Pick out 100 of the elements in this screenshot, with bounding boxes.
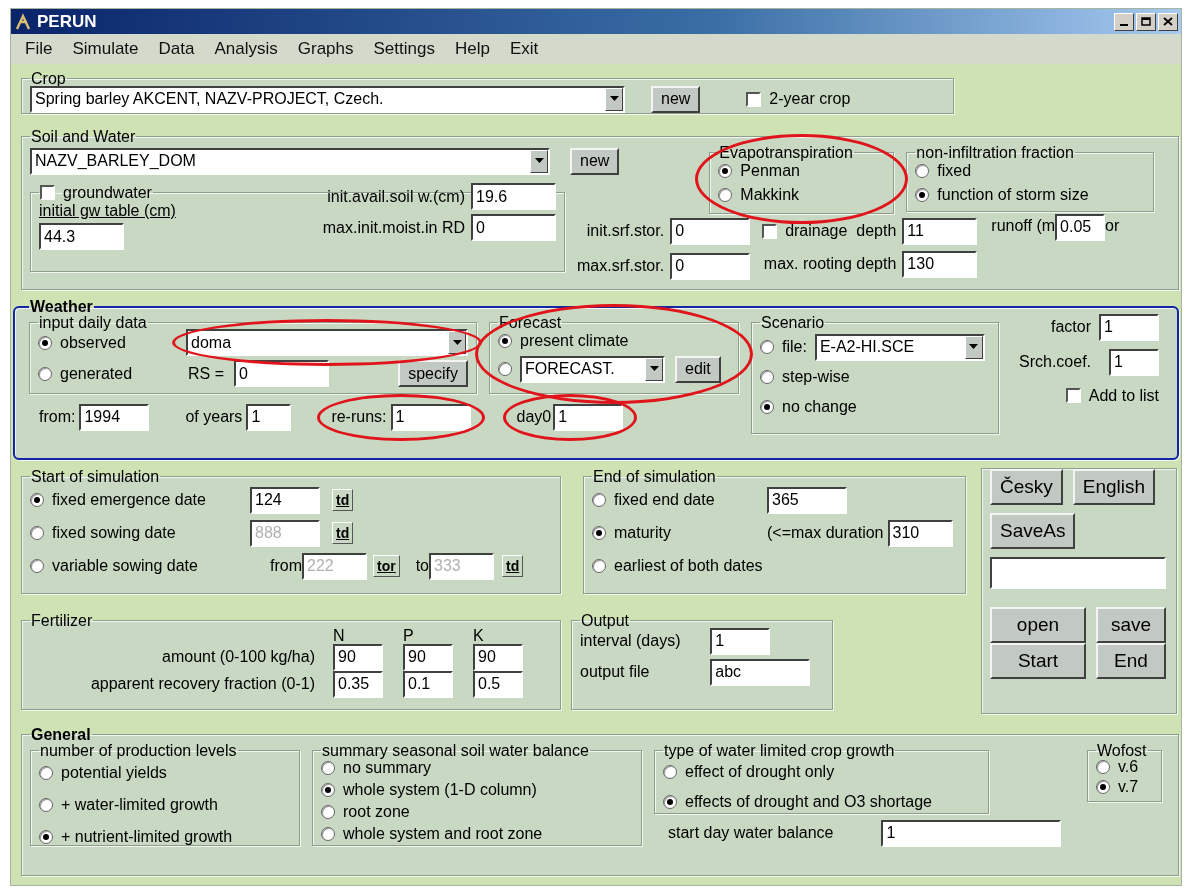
input-field[interactable]: 310 xyxy=(887,519,953,547)
radio-button[interactable] xyxy=(1096,780,1110,795)
menu-item[interactable]: Exit xyxy=(499,36,549,62)
column-header: P xyxy=(403,627,414,644)
radio-button[interactable] xyxy=(321,783,335,798)
radio-button[interactable] xyxy=(39,830,53,845)
menu-item[interactable]: Simulate xyxy=(62,36,149,62)
option-label: maturity xyxy=(614,523,671,544)
input-field[interactable]: 124 xyxy=(250,486,320,514)
button[interactable]: SaveAs xyxy=(990,513,1076,549)
field-label: interval (days) xyxy=(580,631,682,652)
input-field[interactable]: 1 xyxy=(553,403,624,431)
input-field[interactable]: 11 xyxy=(902,217,978,245)
radio-button[interactable] xyxy=(592,493,606,508)
input-field[interactable]: 19.6 xyxy=(471,183,556,211)
maximize-button[interactable] xyxy=(1136,12,1156,31)
radio-button[interactable] xyxy=(321,761,335,776)
input-field[interactable]: 1994 xyxy=(79,403,150,431)
input-field[interactable]: 90 xyxy=(333,643,383,671)
input-field[interactable]: 90 xyxy=(473,643,523,671)
input-field[interactable]: 0.05 xyxy=(1055,213,1106,241)
radio-button[interactable] xyxy=(663,765,677,780)
menu-item[interactable]: Graphs xyxy=(287,36,364,62)
radio-button[interactable] xyxy=(1096,760,1110,775)
radio-button[interactable] xyxy=(760,370,774,385)
input-field[interactable]: 0.35 xyxy=(333,670,383,698)
input-field[interactable]: 1 xyxy=(1099,313,1160,341)
radio-button[interactable] xyxy=(39,798,53,813)
button[interactable]: new xyxy=(651,85,701,113)
radio-button[interactable] xyxy=(663,795,677,810)
input-field[interactable]: 130 xyxy=(902,250,978,278)
radio-button[interactable] xyxy=(498,334,512,349)
dropdown[interactable]: FORECAST. xyxy=(520,355,665,383)
minimize-button[interactable] xyxy=(1114,12,1134,31)
input-field[interactable]: 1 xyxy=(246,403,292,431)
radio-button[interactable] xyxy=(915,188,930,203)
radio-button[interactable] xyxy=(39,766,53,781)
menu-item[interactable]: Data xyxy=(148,36,205,62)
close-button[interactable] xyxy=(1158,12,1178,31)
input-field[interactable] xyxy=(990,557,1166,589)
group-label: Wofost xyxy=(1096,741,1148,760)
input-field[interactable]: 90 xyxy=(403,643,453,671)
field-label: Srch.coef. xyxy=(1019,352,1092,373)
button[interactable]: English xyxy=(1072,469,1156,505)
radio-button[interactable] xyxy=(760,400,774,415)
checkbox[interactable] xyxy=(746,91,762,107)
dropdown[interactable]: NAZV_BARLEY_DOM xyxy=(30,147,550,175)
input-field[interactable]: abc xyxy=(710,658,811,686)
field-label: to xyxy=(415,556,429,577)
option-label: whole system (1-D column) xyxy=(343,780,537,801)
group-label: summary seasonal soil water balance xyxy=(321,741,590,760)
radio-button[interactable] xyxy=(592,559,606,574)
button[interactable]: End xyxy=(1096,643,1166,679)
input-field[interactable]: 0.1 xyxy=(403,670,453,698)
radio-button[interactable] xyxy=(592,526,606,541)
menu-item[interactable]: Settings xyxy=(363,36,445,62)
radio-button[interactable] xyxy=(30,493,44,508)
dropdown[interactable]: doma xyxy=(186,329,468,357)
column-header: K xyxy=(473,627,484,644)
menu-item[interactable]: File xyxy=(15,36,63,62)
button[interactable]: save xyxy=(1096,607,1166,643)
input-field[interactable]: 0.5 xyxy=(473,670,523,698)
input-field[interactable]: 0 xyxy=(471,214,556,242)
radio-button[interactable] xyxy=(498,362,512,377)
input-field[interactable]: 365 xyxy=(767,486,847,514)
menu-item[interactable]: Help xyxy=(444,36,500,62)
input-field[interactable]: 0 xyxy=(670,217,751,245)
input-field[interactable]: 0 xyxy=(234,360,329,388)
checkbox[interactable] xyxy=(40,184,55,200)
radio-button[interactable] xyxy=(38,335,52,350)
checkbox[interactable] xyxy=(1065,388,1081,404)
radio-button[interactable] xyxy=(760,340,774,355)
radio-button[interactable] xyxy=(915,164,930,179)
input-field[interactable]: 0 xyxy=(670,252,751,280)
group-label: input daily data xyxy=(38,313,148,332)
radio-button[interactable] xyxy=(321,805,335,820)
menu-item[interactable]: Analysis xyxy=(204,36,288,62)
button[interactable]: new xyxy=(570,147,620,175)
button[interactable]: Start xyxy=(990,643,1086,679)
button[interactable]: open xyxy=(990,607,1086,643)
dropdown[interactable]: E-A2-HI.SCE xyxy=(814,333,985,361)
button[interactable]: edit xyxy=(675,355,721,383)
input-field[interactable]: 1 xyxy=(881,819,1062,847)
input-field[interactable]: 44.3 xyxy=(39,223,124,251)
input-field[interactable]: 1 xyxy=(390,403,471,431)
radio-button[interactable] xyxy=(321,827,335,842)
field-label: amount (0-100 kg/ha) xyxy=(162,649,315,666)
radio-button[interactable] xyxy=(718,188,733,203)
input-field[interactable]: 1 xyxy=(1109,348,1160,376)
date-button[interactable]: td xyxy=(332,489,354,512)
dropdown[interactable]: Spring barley AKCENT, NAZV-PROJECT, Czech. xyxy=(30,85,625,113)
input-field[interactable]: 1 xyxy=(710,627,771,655)
field-label: factor xyxy=(1051,317,1092,338)
radio-button[interactable] xyxy=(718,164,733,179)
field-label: from xyxy=(270,556,302,577)
checkbox[interactable] xyxy=(762,223,778,239)
button[interactable]: specify xyxy=(398,360,468,388)
radio-button[interactable] xyxy=(38,366,52,381)
button[interactable]: Česky xyxy=(990,469,1063,505)
group-label: number of production levels xyxy=(39,741,238,760)
